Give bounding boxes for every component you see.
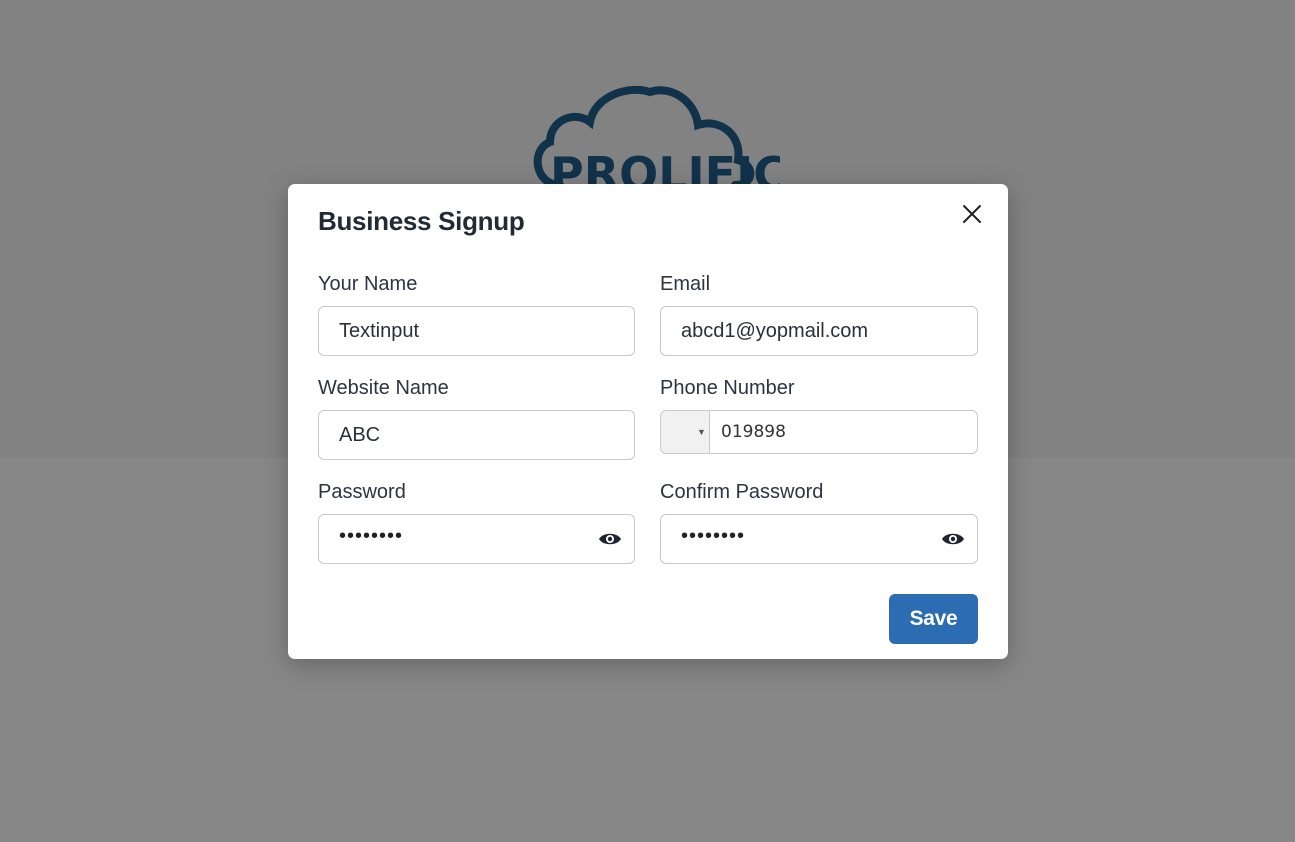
eye-icon: [942, 533, 964, 545]
close-icon: [963, 205, 981, 223]
modal-title: Business Signup: [318, 206, 525, 236]
website-name-field[interactable]: ABC: [318, 410, 635, 460]
website-name-label: Website Name: [318, 377, 449, 399]
your-name-label: Your Name: [318, 273, 418, 295]
password-label: Password: [318, 481, 406, 503]
business-signup-modal: Business Signup Your Name Textinput Emai…: [288, 184, 1008, 659]
password-value: ••••••••: [339, 525, 404, 547]
confirm-password-label: Confirm Password: [660, 481, 824, 503]
phone-number-label: Phone Number: [660, 377, 795, 399]
your-name-value: Textinput: [339, 320, 420, 342]
country-code-select[interactable]: ▼: [661, 411, 710, 453]
email-label: Email: [660, 273, 711, 295]
close-button[interactable]: [960, 202, 984, 226]
chevron-down-icon: ▼: [697, 427, 706, 437]
confirm-password-field[interactable]: ••••••••: [660, 514, 978, 564]
eye-icon: [599, 533, 621, 545]
save-button[interactable]: Save: [889, 594, 978, 644]
your-name-field[interactable]: Textinput: [318, 306, 635, 356]
password-field[interactable]: ••••••••: [318, 514, 635, 564]
confirm-password-value: ••••••••: [681, 525, 746, 547]
email-value: abcd1@yopmail.com: [681, 320, 869, 342]
toggle-confirm-password-visibility-button[interactable]: [941, 529, 965, 549]
phone-number-input[interactable]: 019898: [721, 422, 786, 442]
phone-number-field: ▼ 019898: [660, 410, 978, 454]
toggle-password-visibility-button[interactable]: [598, 529, 622, 549]
email-field[interactable]: abcd1@yopmail.com: [660, 306, 978, 356]
website-name-value: ABC: [339, 424, 381, 446]
